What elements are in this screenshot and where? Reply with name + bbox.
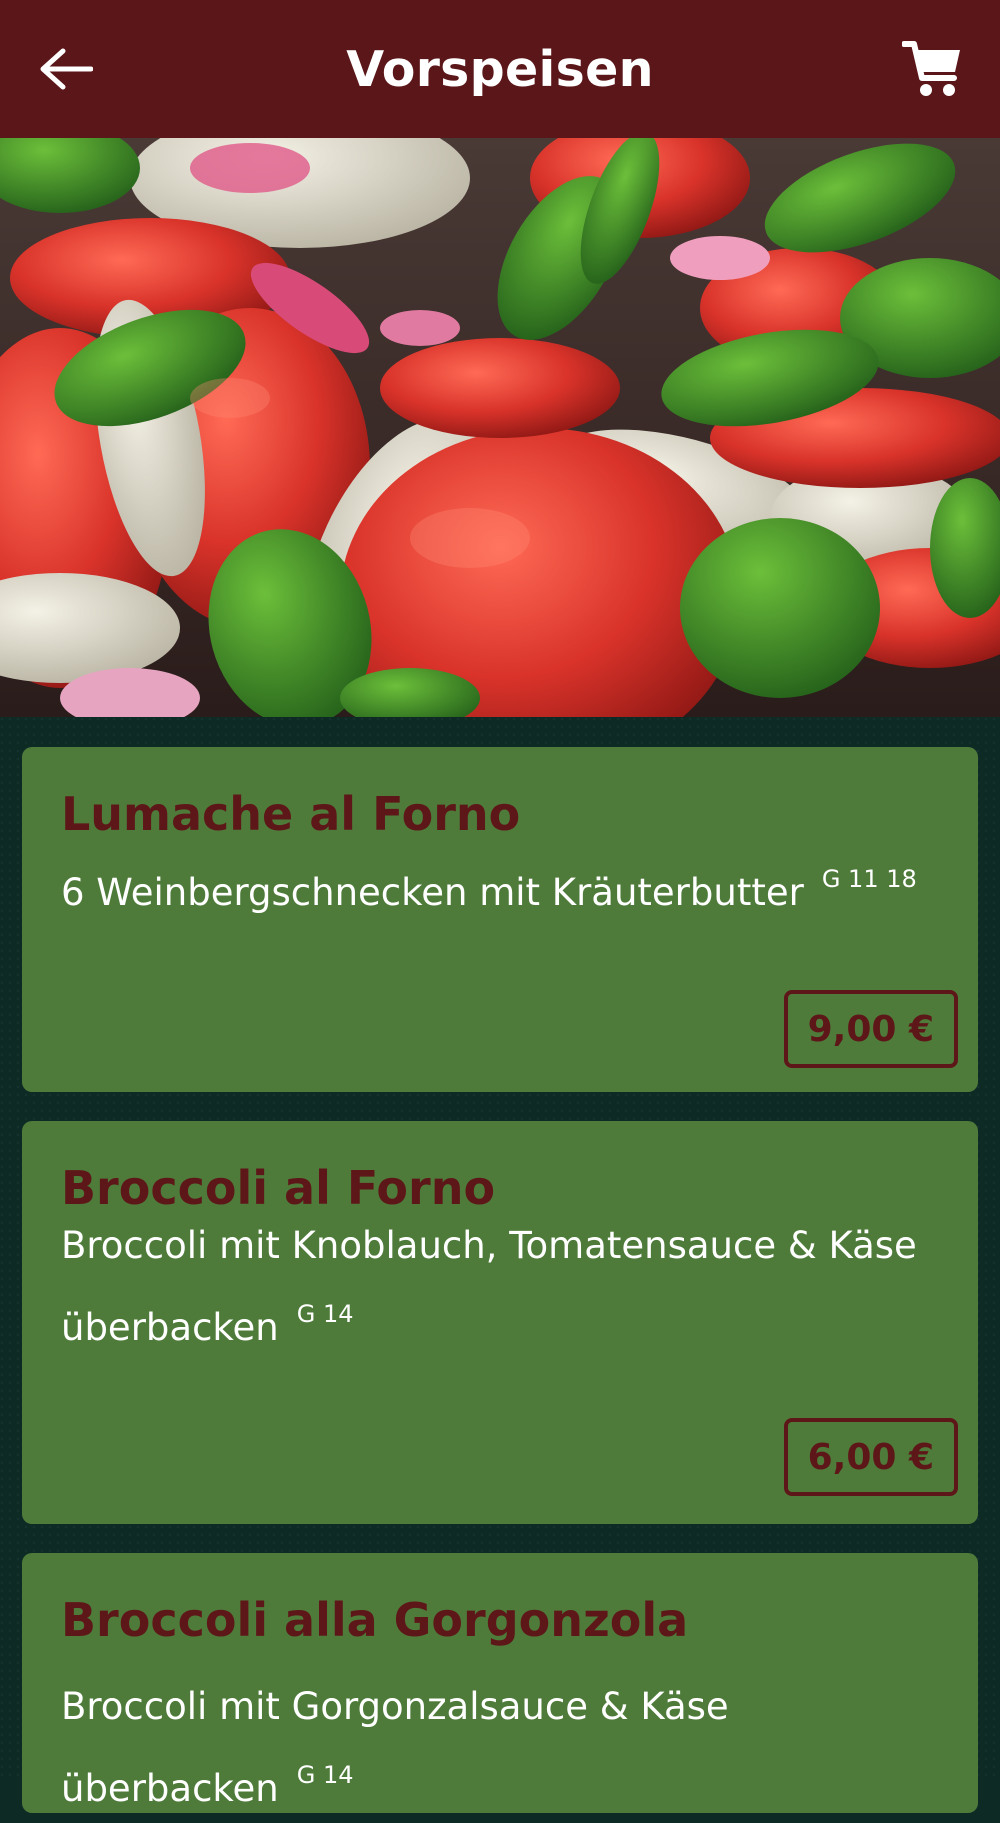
menu-item-desc-text: Broccoli mit Gorgonzalsauce & Käse überb…: [61, 1685, 729, 1810]
menu-item-title: Lumache al Forno: [61, 787, 521, 841]
hero-image: [0, 138, 1000, 717]
top-app-bar: Vorspeisen: [0, 0, 1000, 138]
menu-item-card[interactable]: Broccoli alla Gorgonzola Broccoli mit Go…: [22, 1553, 978, 1813]
page-title: Vorspeisen: [346, 40, 654, 98]
cart-button[interactable]: [896, 34, 968, 104]
menu-item-card[interactable]: Broccoli al Forno Broccoli mit Knoblauch…: [22, 1121, 978, 1524]
menu-list: Lumache al Forno 6 Weinbergschnecken mit…: [0, 717, 1000, 1813]
menu-item-title: Broccoli al Forno: [61, 1161, 496, 1215]
menu-item-description: Broccoli mit Knoblauch, Tomatensauce & K…: [61, 1212, 938, 1362]
menu-item-description: 6 Weinbergschnecken mit Kräuterbutter G 1…: [61, 845, 938, 927]
allergen-codes: G 11 18: [821, 865, 917, 893]
menu-item-title: Broccoli alla Gorgonzola: [61, 1593, 689, 1647]
menu-item-description: Broccoli mit Gorgonzalsauce & Käse überb…: [61, 1673, 938, 1823]
price-button[interactable]: 6,00 €: [783, 1418, 958, 1496]
allergen-codes: G 14: [296, 1300, 354, 1328]
price-button[interactable]: 9,00 €: [783, 990, 958, 1068]
back-button[interactable]: [30, 36, 100, 102]
arrow-left-icon: [40, 48, 93, 90]
allergen-codes: G 14: [296, 1761, 354, 1789]
menu-item-desc-text: Broccoli mit Knoblauch, Tomatensauce & K…: [61, 1224, 917, 1349]
menu-item-desc-text: 6 Weinbergschnecken mit Kräuterbutter: [61, 871, 804, 914]
shopping-cart-icon: [902, 41, 960, 96]
menu-item-card[interactable]: Lumache al Forno 6 Weinbergschnecken mit…: [22, 747, 978, 1092]
